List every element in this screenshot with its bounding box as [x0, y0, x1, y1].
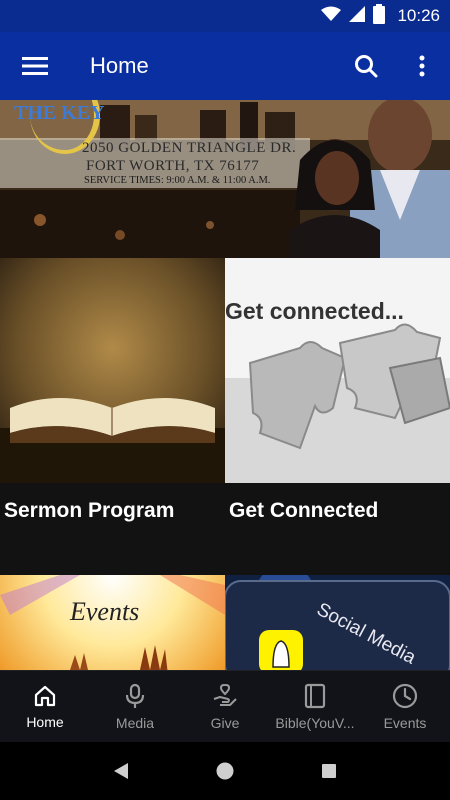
service-times: SERVICE TIMES: 9:00 A.M. & 11:00 A.M. [84, 175, 271, 186]
tile-sermon-program[interactable]: Sermon Program [0, 258, 225, 575]
church-logo: THE KEY [14, 102, 105, 124]
nav-label-media: Media [115, 715, 155, 731]
system-navigation-bar [0, 742, 450, 800]
address-line-2: FORT WORTH, TX 76177 [86, 158, 260, 174]
more-vert-icon [419, 55, 425, 77]
book-icon [304, 683, 326, 709]
hamburger-icon [22, 57, 48, 75]
get-connected-image-text: Get connected... [225, 298, 404, 324]
recents-square-icon[interactable] [320, 762, 338, 780]
tile-events[interactable]: Events [0, 575, 225, 670]
tile-social-media[interactable]: Social Media [225, 575, 450, 670]
nav-label-bible: Bible(YouV... [275, 715, 355, 731]
give-heart-hand-icon [213, 683, 237, 706]
home-circle-icon[interactable] [215, 761, 235, 781]
microphone-icon [125, 683, 145, 708]
events-image-text: Events [70, 597, 140, 626]
pastors-photo [290, 100, 450, 258]
address-line-1: 2050 GOLDEN TRIANGLE DR. [82, 140, 297, 156]
page-title: Home [90, 53, 149, 78]
battery-icon [373, 3, 386, 29]
tile-caption: Get Connected [225, 483, 450, 575]
nav-bible[interactable]: Bible(YouV... [270, 671, 360, 743]
clock-icon [392, 683, 418, 709]
status-bar: 10:26 [0, 0, 450, 32]
clock-time: 10:26 [397, 6, 440, 25]
back-icon[interactable] [112, 761, 130, 781]
tile-get-connected[interactable]: Get connected... Get Connected [225, 258, 450, 575]
church-banner[interactable]: THE KEY 2050 GOLDEN TRIANGLE DR. FORT WO… [0, 100, 450, 258]
nav-label-events: Events [383, 715, 427, 731]
overflow-menu-button[interactable] [394, 32, 450, 100]
wifi-icon [321, 6, 342, 27]
search-icon [355, 55, 378, 78]
nav-home[interactable]: Home [0, 671, 90, 743]
nav-label-home: Home [26, 714, 64, 730]
bottom-navigation: Home Media Give Bible(YouV... Events [0, 670, 450, 742]
puzzle-pieces-image [225, 258, 450, 483]
tile-caption: Sermon Program [0, 483, 225, 575]
menu-button[interactable] [0, 32, 70, 100]
nav-label-give: Give [210, 715, 240, 731]
nav-media[interactable]: Media [90, 671, 180, 743]
search-button[interactable] [338, 32, 394, 100]
app-bar: Home [0, 32, 450, 100]
nav-events[interactable]: Events [360, 671, 450, 743]
nav-give[interactable]: Give [180, 671, 270, 743]
open-bible-image [0, 258, 225, 483]
home-icon [34, 685, 56, 707]
signal-icon [349, 5, 366, 27]
